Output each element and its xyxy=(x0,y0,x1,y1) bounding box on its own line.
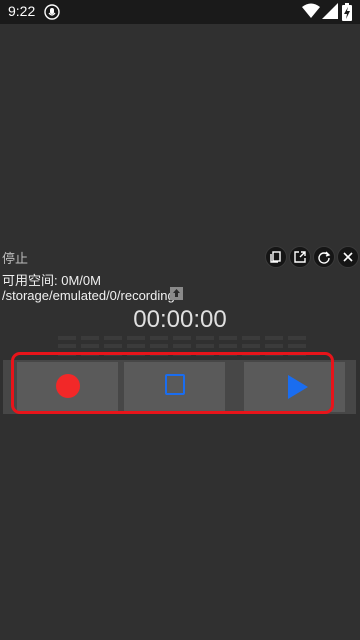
storage-path-label: /storage/emulated/0/recording xyxy=(2,288,175,303)
level-meter-segment xyxy=(81,344,99,348)
level-meter-segment xyxy=(127,352,145,356)
level-meter-segment xyxy=(288,336,306,340)
recording-state-label: 停止 xyxy=(2,251,29,266)
level-meter-segment xyxy=(265,352,283,356)
free-space-label: 可用空间: 0M/0M xyxy=(2,273,101,288)
stop-button[interactable] xyxy=(124,362,225,412)
level-meter-segment xyxy=(219,336,237,340)
level-meter-segment xyxy=(58,352,76,356)
level-meter-segment xyxy=(173,336,191,340)
play-icon xyxy=(288,375,308,399)
level-meter-segment xyxy=(150,344,168,348)
level-meter-segment xyxy=(288,352,306,356)
level-meter-segment xyxy=(127,336,145,340)
level-meter-segment xyxy=(104,336,122,340)
level-meter-segment xyxy=(81,336,99,340)
open-external-button[interactable] xyxy=(289,246,311,268)
level-meter-segment xyxy=(242,344,260,348)
stop-icon xyxy=(165,374,185,395)
upload-icon[interactable] xyxy=(170,287,183,300)
copy-button[interactable] xyxy=(265,246,287,268)
cell-signal-icon xyxy=(322,3,338,19)
level-meter-segment xyxy=(219,352,237,356)
record-icon xyxy=(56,374,80,398)
level-meter-segment xyxy=(288,344,306,348)
level-meter xyxy=(58,336,308,358)
level-meter-segment xyxy=(173,344,191,348)
level-meter-segment xyxy=(58,336,76,340)
level-meter-segment xyxy=(150,336,168,340)
elapsed-timer: 00:00:00 xyxy=(133,306,227,333)
close-icon xyxy=(343,252,353,262)
level-meter-segment xyxy=(81,352,99,356)
level-meter-segment xyxy=(242,352,260,356)
status-time: 9:22 xyxy=(8,3,36,19)
play-button[interactable] xyxy=(244,362,345,412)
level-meter-segment xyxy=(196,344,214,348)
level-meter-segment xyxy=(173,352,191,356)
wifi-icon xyxy=(302,3,320,18)
notification-app-icon xyxy=(44,4,60,20)
level-meter-segment xyxy=(265,344,283,348)
open-external-icon xyxy=(294,251,306,263)
close-button[interactable] xyxy=(337,246,359,268)
level-meter-segment xyxy=(265,336,283,340)
refresh-button[interactable] xyxy=(313,246,335,268)
level-meter-segment xyxy=(196,352,214,356)
status-bar: 9:22 xyxy=(0,0,360,24)
level-meter-segment xyxy=(242,336,260,340)
level-meter-segment xyxy=(58,344,76,348)
refresh-icon xyxy=(318,251,331,264)
level-meter-segment xyxy=(104,352,122,356)
level-meter-segment xyxy=(127,344,145,348)
level-meter-segment xyxy=(219,344,237,348)
level-meter-segment xyxy=(150,352,168,356)
level-meter-segment xyxy=(104,344,122,348)
level-meter-segment xyxy=(196,336,214,340)
copy-icon xyxy=(270,251,281,263)
battery-charging-icon xyxy=(342,3,352,21)
record-button[interactable] xyxy=(17,362,118,412)
